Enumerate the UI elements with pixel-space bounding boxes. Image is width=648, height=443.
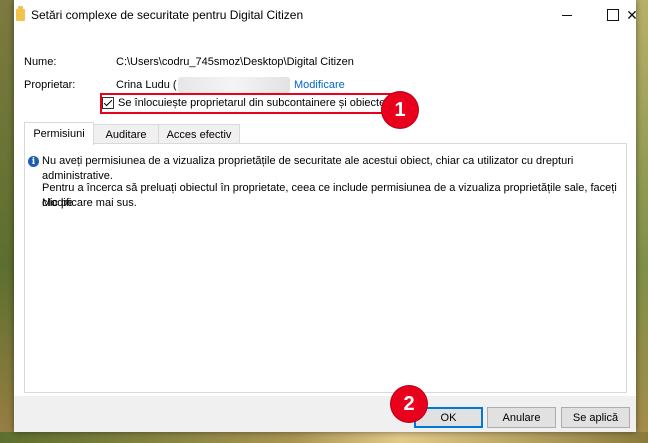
take-ownership-message-line2: Modificare mai sus. bbox=[42, 197, 137, 209]
tab-acces-efectiv[interactable]: Acces efectiv bbox=[158, 124, 240, 144]
owner-value: Crina Ludu ( bbox=[116, 79, 177, 91]
annotation-badge-2: 2 bbox=[391, 386, 427, 422]
desktop-background-right bbox=[636, 0, 648, 443]
owner-label: Proprietar: bbox=[24, 79, 76, 91]
highlight-frame-1 bbox=[100, 93, 400, 114]
minimize-icon bbox=[562, 14, 572, 16]
apply-button[interactable]: Se aplică bbox=[561, 407, 630, 428]
cancel-button[interactable]: Anulare bbox=[487, 407, 556, 428]
maximize-icon bbox=[607, 9, 619, 21]
tab-permisiuni[interactable]: Permisiuni bbox=[24, 122, 94, 145]
owner-email-redacted bbox=[178, 77, 290, 93]
tab-auditare[interactable]: Auditare bbox=[93, 124, 159, 144]
title-bar[interactable]: Setări complexe de securitate pentru Dig… bbox=[14, 0, 636, 30]
info-icon: i bbox=[28, 156, 39, 167]
name-label: Nume: bbox=[24, 56, 57, 68]
minimize-button[interactable] bbox=[544, 0, 590, 30]
annotation-badge-1: 1 bbox=[382, 92, 418, 128]
dialog-footer: OK Anulare Se aplică bbox=[14, 396, 636, 432]
window-title: Setări complexe de securitate pentru Dig… bbox=[31, 8, 304, 22]
desktop-background-bottom bbox=[0, 432, 648, 443]
security-settings-dialog: Setări complexe de securitate pentru Dig… bbox=[14, 0, 636, 432]
close-icon: ✕ bbox=[628, 6, 636, 23]
name-value: C:\Users\codru_745smoz\Desktop\Digital C… bbox=[116, 56, 354, 68]
change-owner-link[interactable]: Modificare bbox=[294, 79, 345, 91]
permissions-panel: i Nu aveți permisiunea de a vizualiza pr… bbox=[24, 143, 627, 393]
folder-icon bbox=[16, 6, 25, 21]
no-permission-message: Nu aveți permisiunea de a vizualiza prop… bbox=[42, 155, 574, 182]
desktop-background-left bbox=[0, 0, 14, 443]
close-button[interactable]: ✕ bbox=[628, 0, 636, 30]
